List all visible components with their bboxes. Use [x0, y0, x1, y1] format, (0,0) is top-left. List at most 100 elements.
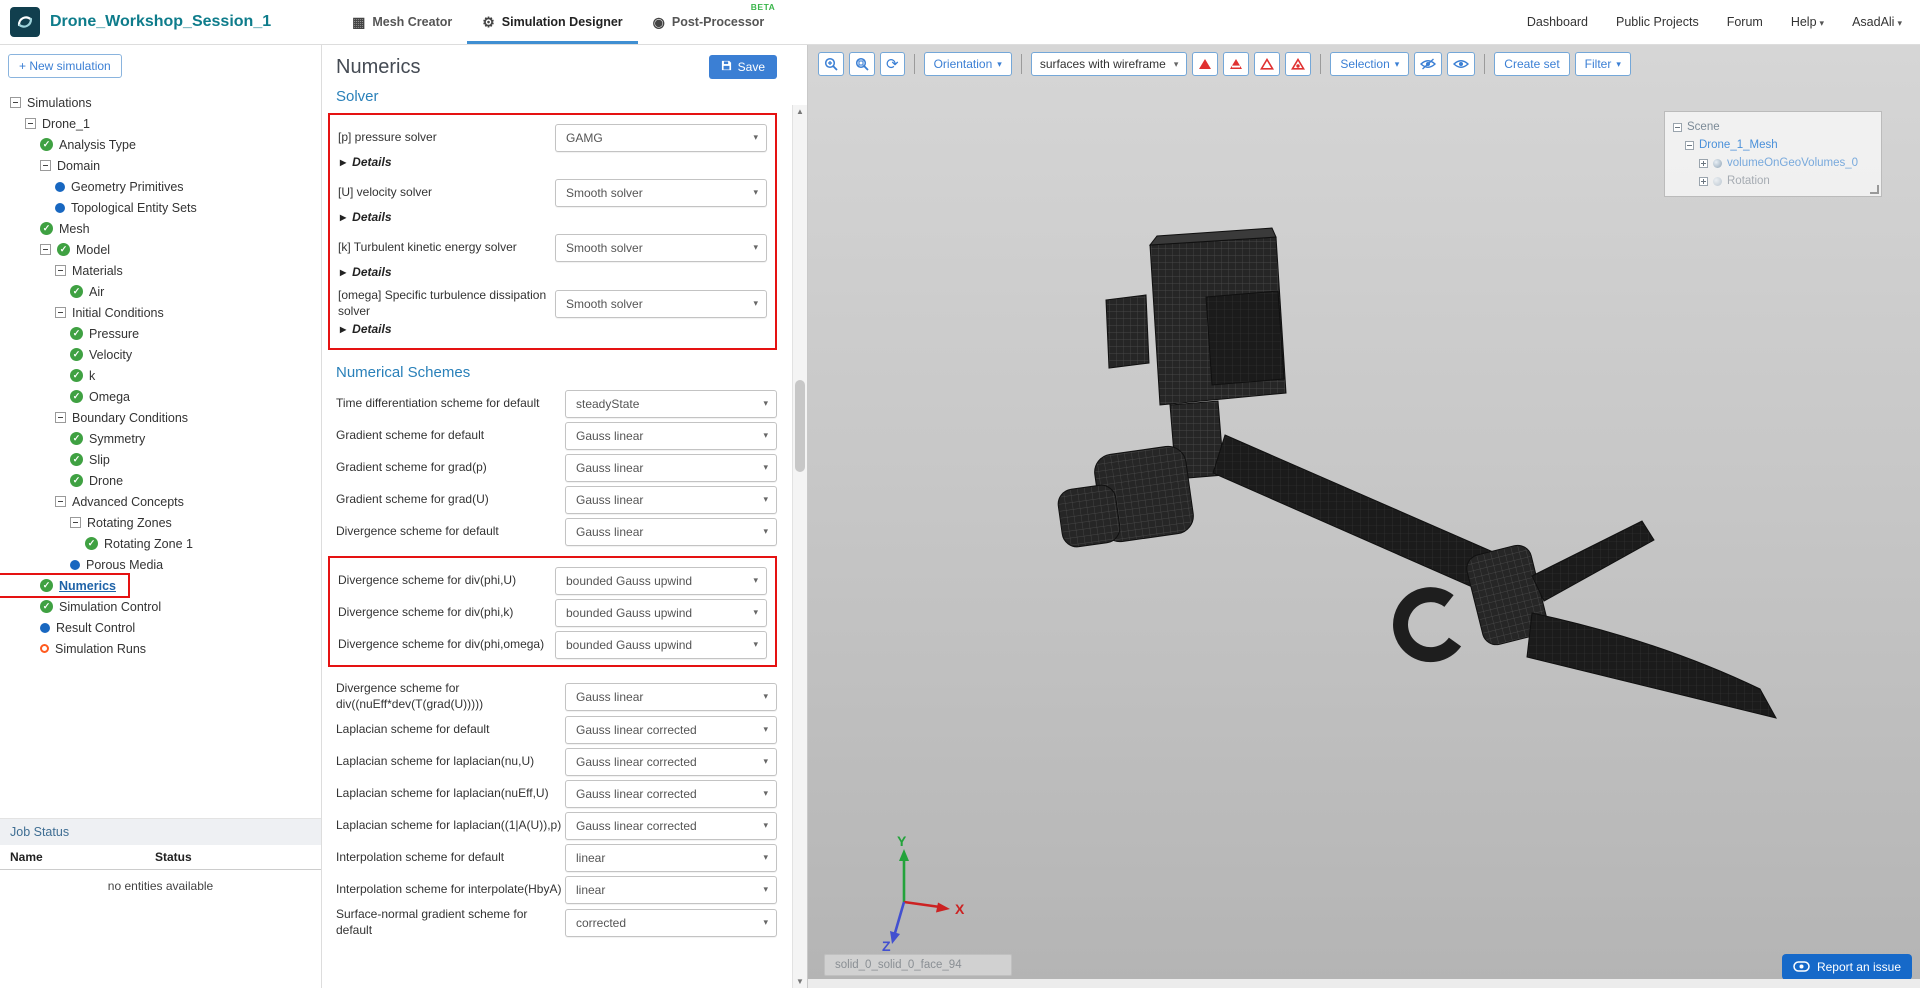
show-all-button[interactable]: [1447, 52, 1476, 76]
tab-mesh-creator[interactable]: ▦ Mesh Creator: [337, 0, 467, 44]
tree-item-analysis-type[interactable]: ✓ Analysis Type: [0, 134, 148, 155]
tree-item-rotating-zones[interactable]: Rotating Zones: [0, 512, 184, 533]
select-p-pressure-solver[interactable]: GAMG ▾: [555, 123, 767, 152]
tree-item-pressure[interactable]: ✓ Pressure: [0, 323, 151, 344]
expand-icon[interactable]: [1699, 158, 1708, 168]
tree-item-model[interactable]: ✓ Model: [0, 239, 122, 260]
tree-item-k[interactable]: ✓ k: [0, 365, 107, 386]
collapse-icon[interactable]: [25, 118, 36, 129]
collapse-icon[interactable]: [55, 265, 66, 276]
zoom-window-button[interactable]: [849, 52, 875, 76]
axis-gizmo[interactable]: Y X Z: [870, 832, 980, 952]
tree-item-simulation-control[interactable]: ✓ Simulation Control: [0, 596, 173, 617]
zoom-in-button[interactable]: [818, 52, 844, 76]
select-gradient-scheme-for-default[interactable]: Gauss linear ▾: [565, 421, 777, 450]
tree-item-numerics[interactable]: ✓ Numerics: [0, 573, 130, 598]
select-k-turbulent-kinetic-energy-solver[interactable]: Smooth solver ▾: [555, 233, 767, 262]
reset-view-button[interactable]: ⟳: [880, 52, 905, 76]
hide-selection-button[interactable]: [1414, 52, 1443, 76]
app-logo-icon[interactable]: [10, 7, 40, 37]
save-button[interactable]: Save: [708, 55, 777, 79]
tree-item-simulations[interactable]: Simulations: [0, 92, 104, 113]
tree-item-simulation-runs[interactable]: Simulation Runs: [0, 638, 158, 659]
nav-item-forum[interactable]: Forum: [1727, 15, 1763, 29]
scrollbar-thumb[interactable]: [795, 380, 805, 472]
mesh-quality-toggle-4[interactable]: [1285, 52, 1312, 76]
select-laplacian-scheme-for-laplacian-1-a-u-p[interactable]: Gauss linear corrected ▾: [565, 811, 777, 840]
collapse-icon[interactable]: [1685, 140, 1694, 150]
tree-item-drone-1[interactable]: Drone_1: [0, 113, 102, 134]
select-divergence-scheme-for-div-phi-k[interactable]: bounded Gauss upwind ▾: [555, 598, 767, 627]
select-interpolation-scheme-for-default[interactable]: linear ▾: [565, 843, 777, 872]
collapse-icon[interactable]: [40, 244, 51, 255]
scene-tree-root[interactable]: Scene: [1673, 118, 1873, 136]
tree-item-rotating-zone-1[interactable]: ✓ Rotating Zone 1: [0, 533, 205, 554]
details-toggle[interactable]: ▶ Details: [340, 265, 767, 279]
collapse-icon[interactable]: [55, 412, 66, 423]
select-laplacian-scheme-for-laplacian-nu-u[interactable]: Gauss linear corrected ▾: [565, 747, 777, 776]
scroll-down-icon[interactable]: ▼: [793, 977, 807, 986]
tree-item-materials[interactable]: Materials: [0, 260, 135, 281]
tree-item-symmetry[interactable]: ✓ Symmetry: [0, 428, 157, 449]
tree-item-initial-conditions[interactable]: Initial Conditions: [0, 302, 176, 323]
select-time-differentiation-scheme-for-default[interactable]: steadyState ▾: [565, 389, 777, 418]
tree-item-result-control[interactable]: Result Control: [0, 617, 147, 638]
create-set-button[interactable]: Create set: [1494, 52, 1570, 76]
collapse-icon[interactable]: [10, 97, 21, 108]
tab-simulation-designer[interactable]: ⚙ Simulation Designer: [467, 0, 637, 44]
select-divergence-scheme-for-div-phi-omega[interactable]: bounded Gauss upwind ▾: [555, 630, 767, 659]
tree-item-omega[interactable]: ✓ Omega: [0, 386, 142, 407]
select-gradient-scheme-for-grad-u[interactable]: Gauss linear ▾: [565, 485, 777, 514]
scroll-up-icon[interactable]: ▲: [793, 107, 807, 116]
nav-item-help[interactable]: Help ▾: [1791, 15, 1824, 29]
select-interpolation-scheme-for-interpolate-hbya[interactable]: linear ▾: [565, 875, 777, 904]
mesh-quality-toggle-2[interactable]: [1223, 52, 1250, 76]
nav-item-asadali[interactable]: AsadAli ▾: [1852, 15, 1902, 29]
select-omega-specific-turbulence-dissipation-solver[interactable]: Smooth solver ▾: [555, 289, 767, 318]
scene-tree-rotation[interactable]: Rotation: [1673, 172, 1873, 190]
tree-item-slip[interactable]: ✓ Slip: [0, 449, 122, 470]
tree-item-advanced-concepts[interactable]: Advanced Concepts: [0, 491, 196, 512]
scene-tree-volume[interactable]: volumeOnGeoVolumes_0: [1673, 154, 1873, 172]
tree-item-domain[interactable]: Domain: [0, 155, 112, 176]
select-divergence-scheme-for-div-phi-u[interactable]: bounded Gauss upwind ▾: [555, 566, 767, 595]
select-gradient-scheme-for-grad-p[interactable]: Gauss linear ▾: [565, 453, 777, 482]
scene-tree-panel[interactable]: Scene Drone_1_Mesh volumeOnGeoVolumes_0 …: [1664, 111, 1882, 197]
collapse-icon[interactable]: [55, 307, 66, 318]
scene-tree-mesh[interactable]: Drone_1_Mesh: [1673, 136, 1873, 154]
select-laplacian-scheme-for-default[interactable]: Gauss linear corrected ▾: [565, 715, 777, 744]
mesh-quality-toggle-3[interactable]: [1254, 52, 1281, 76]
nav-item-dashboard[interactable]: Dashboard: [1527, 15, 1588, 29]
collapse-icon[interactable]: [40, 160, 51, 171]
tree-item-velocity[interactable]: ✓ Velocity: [0, 344, 144, 365]
select-surface-normal-gradient-scheme-for-default[interactable]: corrected ▾: [565, 908, 777, 937]
new-simulation-button[interactable]: + New simulation: [8, 54, 122, 78]
details-toggle[interactable]: ▶ Details: [340, 155, 767, 169]
tree-item-mesh[interactable]: ✓ Mesh: [0, 218, 102, 239]
collapse-icon[interactable]: [55, 496, 66, 507]
select-divergence-scheme-for-div-nueff-dev-t-grad-u[interactable]: Gauss linear ▾: [565, 682, 777, 711]
filter-dropdown[interactable]: Filter ▾: [1574, 52, 1631, 76]
viewport[interactable]: ⟳ Orientation ▾ surfaces with wireframe …: [808, 45, 1920, 988]
tree-item-boundary-conditions[interactable]: Boundary Conditions: [0, 407, 200, 428]
nav-item-public-projects[interactable]: Public Projects: [1616, 15, 1699, 29]
collapse-icon[interactable]: [1673, 122, 1682, 132]
panel-scrollbar[interactable]: ▲ ▼: [792, 105, 807, 988]
tree-item-drone[interactable]: ✓ Drone: [0, 470, 135, 491]
select-u-velocity-solver[interactable]: Smooth solver ▾: [555, 178, 767, 207]
details-toggle[interactable]: ▶ Details: [340, 322, 767, 336]
report-issue-button[interactable]: Report an issue: [1781, 954, 1912, 980]
select-laplacian-scheme-for-laplacian-nueff-u[interactable]: Gauss linear corrected ▾: [565, 779, 777, 808]
tree-item-air[interactable]: ✓ Air: [0, 281, 116, 302]
render-mode-select[interactable]: surfaces with wireframe ▾: [1030, 52, 1188, 76]
details-toggle[interactable]: ▶ Details: [340, 210, 767, 224]
mesh-quality-toggle-1[interactable]: [1192, 52, 1219, 76]
select-divergence-scheme-for-default[interactable]: Gauss linear ▾: [565, 517, 777, 546]
tree-item-topological-entity-sets[interactable]: Topological Entity Sets: [0, 197, 209, 218]
tab-post-processor[interactable]: ◉ Post-Processor BETA: [638, 0, 780, 44]
collapse-icon[interactable]: [70, 517, 81, 528]
selection-dropdown[interactable]: Selection ▾: [1330, 52, 1410, 76]
tree-item-porous-media[interactable]: Porous Media: [0, 554, 175, 575]
expand-icon[interactable]: [1699, 176, 1708, 186]
orientation-dropdown[interactable]: Orientation ▾: [923, 52, 1012, 76]
